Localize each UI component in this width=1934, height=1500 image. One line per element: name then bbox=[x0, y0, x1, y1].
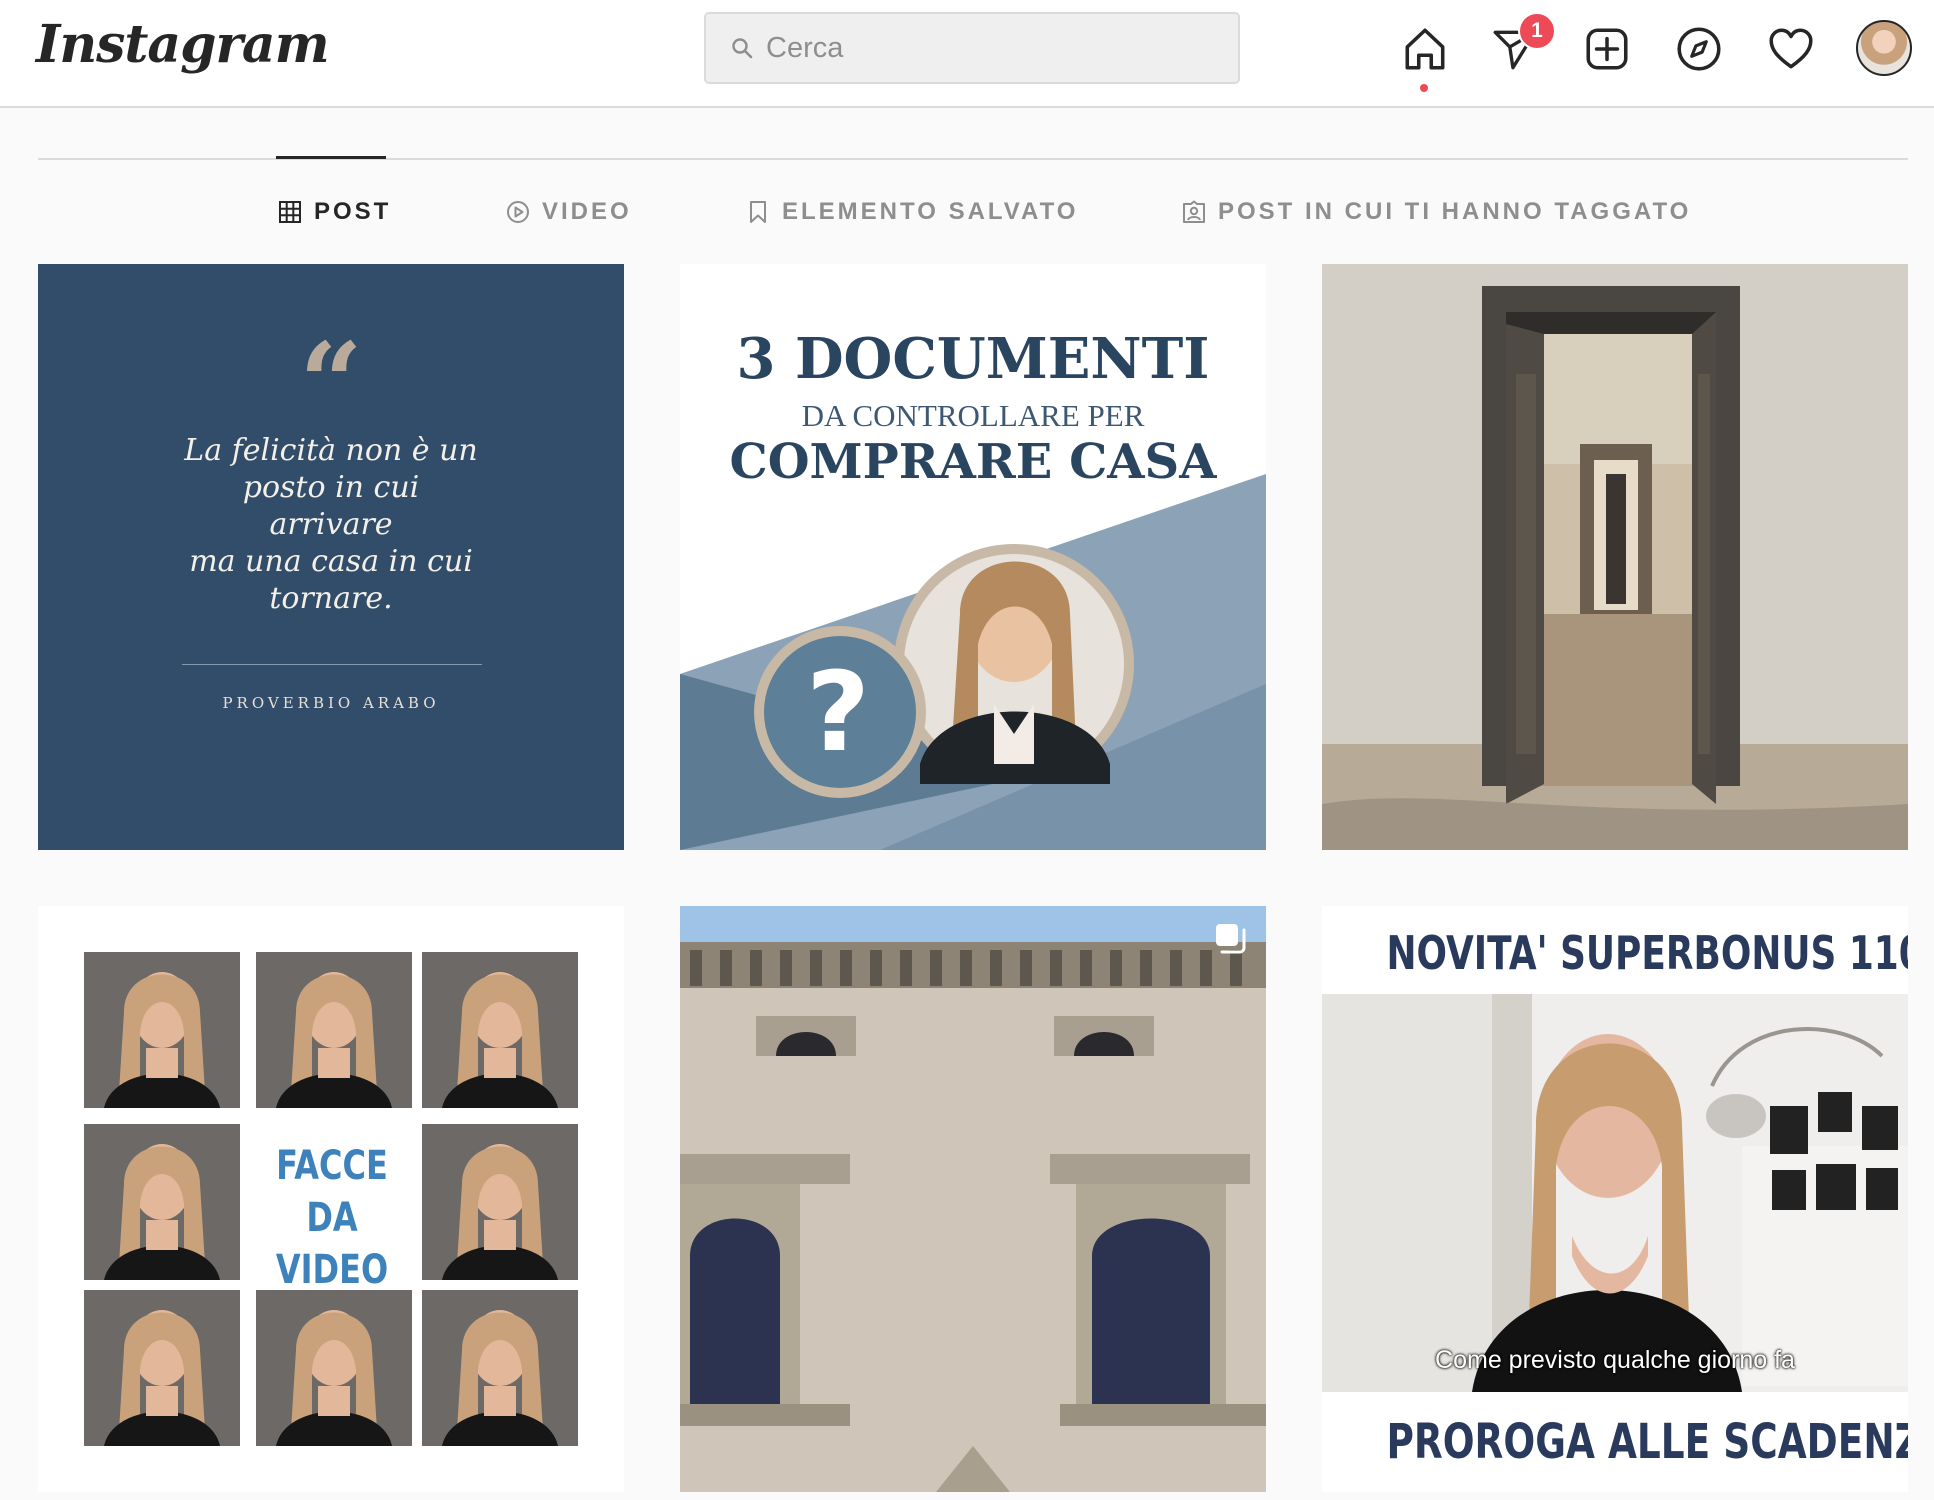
face-thumbnail bbox=[422, 1290, 578, 1446]
face-thumbnail bbox=[84, 1290, 240, 1446]
facce-title-line-2: DA VIDEO bbox=[275, 1195, 389, 1293]
face-image bbox=[422, 1124, 578, 1280]
tab-label: POST IN CUI TI HANNO TAGGATO bbox=[1218, 198, 1692, 225]
facce-title-line-1: FACCE bbox=[276, 1143, 388, 1189]
facce-title: FACCE DA VIDEO bbox=[270, 1140, 395, 1296]
profile-avatar[interactable] bbox=[1856, 20, 1912, 76]
grid-icon bbox=[279, 201, 301, 223]
new-post-icon bbox=[1586, 28, 1628, 70]
superbonus-headline: NOVITA' SUPERBONUS 110% bbox=[1386, 926, 1908, 980]
palazzo-photo bbox=[680, 906, 1266, 1492]
heart-icon bbox=[1769, 28, 1813, 69]
face-thumbnail bbox=[84, 952, 240, 1108]
documenti-subtitle: DA CONTROLLARE PER bbox=[801, 398, 1145, 433]
tagged-icon bbox=[1183, 200, 1205, 223]
post-tile-doorway[interactable] bbox=[1322, 264, 1908, 850]
tab-saved[interactable]: ELEMENTO SALVATO bbox=[746, 196, 1078, 228]
video-icon bbox=[507, 201, 529, 223]
tab-post[interactable]: POST bbox=[278, 196, 391, 228]
face-thumbnail bbox=[422, 1124, 578, 1280]
tab-label: VIDEO bbox=[542, 198, 632, 225]
face-image bbox=[84, 1290, 240, 1446]
post-tile-palazzo[interactable] bbox=[680, 906, 1266, 1492]
multiple-photos-icon bbox=[1216, 924, 1246, 954]
explore-icon bbox=[1677, 27, 1721, 71]
home-active-dot bbox=[1420, 84, 1428, 92]
quote-divider bbox=[182, 664, 482, 665]
face-thumbnail bbox=[84, 1124, 240, 1280]
question-mark: ? bbox=[806, 648, 870, 776]
face-image bbox=[256, 1290, 412, 1446]
search-icon bbox=[732, 38, 753, 59]
face-image bbox=[422, 1290, 578, 1446]
search-input[interactable] bbox=[766, 31, 1206, 65]
notification-badge: 1 bbox=[1518, 12, 1556, 50]
superbonus-footer: PROROGA ALLE SCADENZE bbox=[1386, 1414, 1908, 1470]
quote-author: PROVERBIO ARABO bbox=[222, 694, 440, 712]
bookmark-icon bbox=[750, 201, 766, 223]
face-thumbnail bbox=[256, 952, 412, 1108]
face-thumbnail bbox=[256, 1290, 412, 1446]
face-image bbox=[84, 1124, 240, 1280]
face-image bbox=[422, 952, 578, 1108]
documenti-title: 3 DOCUMENTI bbox=[736, 326, 1210, 392]
post-tile-quote[interactable]: “ La felicità non è un posto in cui arri… bbox=[38, 264, 624, 850]
quote-text: La felicità non è un posto in cui arriva… bbox=[184, 433, 478, 616]
active-tab-indicator bbox=[276, 156, 386, 159]
tab-label: POST bbox=[314, 198, 392, 225]
face-image bbox=[84, 952, 240, 1108]
tab-label: ELEMENTO SALVATO bbox=[782, 198, 1079, 225]
instagram-logo[interactable]: Instagram bbox=[36, 14, 330, 75]
doorway-photo bbox=[1322, 264, 1908, 850]
new-post-button[interactable] bbox=[1580, 22, 1634, 76]
post-tile-documenti[interactable]: 3 DOCUMENTI DA CONTROLLARE PER COMPRARE … bbox=[680, 264, 1266, 850]
post-tile-superbonus[interactable]: NOVITA' SUPERBONUS 110% Come previsto qu… bbox=[1322, 906, 1908, 1492]
tab-video[interactable]: VIDEO bbox=[506, 196, 632, 228]
explore-button[interactable] bbox=[1672, 22, 1726, 76]
quote-mark: “ bbox=[299, 318, 363, 447]
tab-tagged[interactable]: POST IN CUI TI HANNO TAGGATO bbox=[1182, 196, 1691, 228]
face-image bbox=[256, 952, 412, 1108]
top-navigation-bar: Instagram 1 bbox=[0, 0, 1934, 108]
home-button[interactable] bbox=[1398, 22, 1452, 76]
home-icon bbox=[1405, 28, 1445, 70]
documenti-title-2: COMPRARE CASA bbox=[729, 434, 1217, 490]
superbonus-photo bbox=[1322, 994, 1908, 1392]
face-thumbnail bbox=[422, 952, 578, 1108]
video-caption: Come previsto qualche giorno fa bbox=[1435, 1346, 1795, 1374]
post-tile-facce[interactable]: FACCE DA VIDEO bbox=[38, 906, 624, 1492]
activity-button[interactable] bbox=[1764, 22, 1818, 76]
search-box[interactable] bbox=[704, 12, 1240, 84]
